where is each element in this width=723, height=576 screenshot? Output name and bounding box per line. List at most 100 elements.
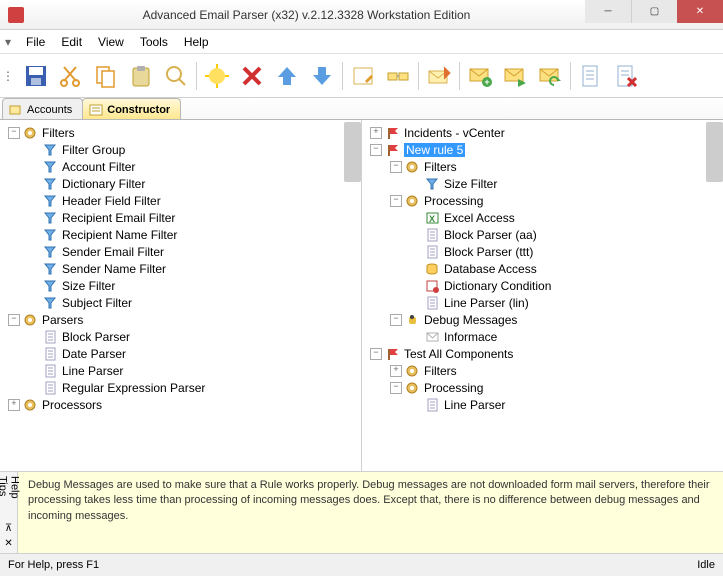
expander-icon[interactable]: −: [8, 314, 20, 326]
connect-button[interactable]: [381, 59, 415, 93]
menu-help[interactable]: Help: [176, 33, 217, 51]
delete-button[interactable]: [235, 59, 269, 93]
tab-constructor[interactable]: Constructor: [82, 98, 181, 119]
paste-button[interactable]: [124, 59, 158, 93]
help-tips-sidebar[interactable]: Help Tips ⊼ ✕: [0, 472, 18, 553]
content-area: −FiltersFilter GroupAccount FilterDictio…: [0, 120, 723, 472]
menu-view[interactable]: View: [90, 33, 132, 51]
expander-icon[interactable]: +: [390, 365, 402, 377]
new-button[interactable]: [200, 59, 234, 93]
tree-node-label: Excel Access: [444, 211, 515, 225]
tree-node[interactable]: Sender Email Filter: [0, 243, 361, 260]
copy-button[interactable]: [89, 59, 123, 93]
funnel-icon: [43, 177, 59, 191]
tree-node-label: Header Field Filter: [62, 194, 161, 208]
close-helptips-icon[interactable]: ✕: [4, 538, 12, 549]
expander-icon[interactable]: −: [390, 195, 402, 207]
tree-node[interactable]: Database Access: [362, 260, 723, 277]
menu-file[interactable]: File: [18, 33, 53, 51]
pin-icon[interactable]: ⊼: [5, 523, 12, 534]
expander-icon[interactable]: +: [8, 399, 20, 411]
minimize-button[interactable]: ─: [585, 0, 631, 23]
flag-icon: [385, 347, 401, 361]
mail-forward-button[interactable]: [498, 59, 532, 93]
tree-node[interactable]: XExcel Access: [362, 209, 723, 226]
tree-node[interactable]: Header Field Filter: [0, 192, 361, 209]
tree-node[interactable]: Date Parser: [0, 345, 361, 362]
expander-icon[interactable]: −: [8, 127, 20, 139]
receive-mail-button[interactable]: [422, 59, 456, 93]
edit-form-button[interactable]: [346, 59, 380, 93]
expander-icon[interactable]: −: [390, 161, 402, 173]
tree-node[interactable]: Block Parser (aa): [362, 226, 723, 243]
components-tree[interactable]: −Filters Filter GroupAccount FilterDictio…: [0, 120, 361, 471]
mail-refresh-button[interactable]: [533, 59, 567, 93]
right-scrollbar-thumb[interactable]: [706, 122, 723, 182]
tree-node[interactable]: −Filters: [0, 124, 361, 141]
rules-tree[interactable]: +Incidents - vCenter−New rule 5−FiltersS…: [362, 120, 723, 471]
doc-view-button[interactable]: [574, 59, 608, 93]
status-right: Idle: [697, 559, 715, 571]
expander-icon[interactable]: −: [370, 348, 382, 360]
tree-node[interactable]: − Test All Components: [362, 345, 723, 362]
system-menu-icon[interactable]: ▾: [4, 34, 12, 50]
tree-node[interactable]: Subject Filter: [0, 294, 361, 311]
tree-node-label: Processing: [424, 381, 483, 395]
moveup-button[interactable]: [270, 59, 304, 93]
tree-node[interactable]: Line Parser: [362, 396, 723, 413]
tree-node-label: Database Access: [444, 262, 537, 276]
tree-node[interactable]: Informace: [362, 328, 723, 345]
tree-node[interactable]: − Processing: [362, 379, 723, 396]
tab-label: Constructor: [107, 104, 170, 116]
tree-node[interactable]: Regular Expression Parser: [0, 379, 361, 396]
tab-accounts[interactable]: Accounts: [2, 98, 83, 119]
tree-node[interactable]: Line Parser: [0, 362, 361, 379]
tree-node[interactable]: Block Parser: [0, 328, 361, 345]
tree-node[interactable]: Size Filter: [362, 175, 723, 192]
expander-icon[interactable]: −: [390, 382, 402, 394]
tree-node[interactable]: −Debug Messages: [362, 311, 723, 328]
expander-icon[interactable]: −: [370, 144, 382, 156]
tree-node[interactable]: Dictionary Condition: [362, 277, 723, 294]
doc-delete-button[interactable]: [609, 59, 643, 93]
tree-node[interactable]: Recipient Name Filter: [0, 226, 361, 243]
tree-node[interactable]: +Filters: [362, 362, 723, 379]
doc-icon: [43, 364, 59, 378]
tabstrip: Accounts Constructor: [0, 98, 723, 120]
tree-node[interactable]: Size Filter: [0, 277, 361, 294]
close-button[interactable]: ✕: [677, 0, 723, 23]
menu-edit[interactable]: Edit: [53, 33, 90, 51]
tree-node[interactable]: −Filters: [362, 158, 723, 175]
menu-tools[interactable]: Tools: [132, 33, 176, 51]
doc-icon: [43, 347, 59, 361]
tree-node[interactable]: Sender Name Filter: [0, 260, 361, 277]
expander-icon[interactable]: +: [370, 127, 382, 139]
gear-icon: [405, 194, 421, 208]
expander-icon[interactable]: −: [390, 314, 402, 326]
tree-node[interactable]: Dictionary Filter: [0, 175, 361, 192]
mail-icon: [425, 330, 441, 344]
cut-button[interactable]: [54, 59, 88, 93]
tree-node[interactable]: +Incidents - vCenter: [362, 124, 723, 141]
tree-node[interactable]: Filter Group: [0, 141, 361, 158]
tree-node[interactable]: −Processing: [362, 192, 723, 209]
tree-node[interactable]: +Processors: [0, 396, 361, 413]
tree-node[interactable]: −New rule 5: [362, 141, 723, 158]
tree-node[interactable]: −Parsers: [0, 311, 361, 328]
maximize-button[interactable]: ▢: [631, 0, 677, 23]
tree-node-label: Test All Components: [404, 347, 513, 361]
search-button[interactable]: [159, 59, 193, 93]
tree-node[interactable]: Recipient Email Filter: [0, 209, 361, 226]
tree-node[interactable]: Line Parser (lin): [362, 294, 723, 311]
tree-node[interactable]: Block Parser (ttt): [362, 243, 723, 260]
mail-add-button[interactable]: +: [463, 59, 497, 93]
gear-icon: [23, 313, 39, 327]
tree-node[interactable]: Account Filter: [0, 158, 361, 175]
tree-node-label: Filter Group: [62, 143, 125, 157]
left-scrollbar-thumb[interactable]: [344, 122, 361, 182]
movedown-button[interactable]: [305, 59, 339, 93]
funnel-icon: [43, 211, 59, 225]
toolbar: ⋮ +: [0, 54, 723, 98]
save-button[interactable]: [19, 59, 53, 93]
svg-text:+: +: [484, 77, 489, 87]
